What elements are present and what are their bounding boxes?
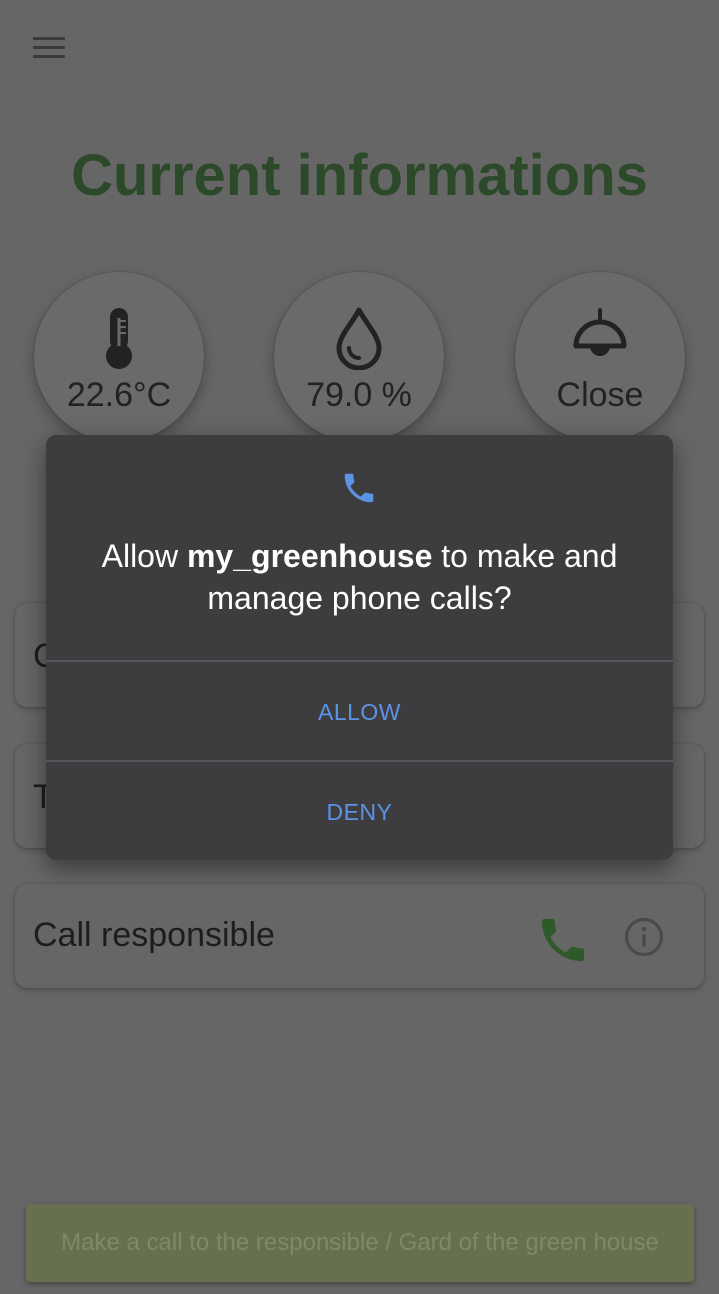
allow-button[interactable]: ALLOW bbox=[46, 663, 673, 761]
humidity-gauge: 79.0 % bbox=[274, 272, 444, 442]
lamp-status-value: Close bbox=[556, 376, 644, 414]
hamburger-menu-icon[interactable] bbox=[30, 34, 68, 62]
snackbar-message: Make a call to the responsible / Gard of… bbox=[26, 1204, 694, 1282]
call-responsible-card[interactable]: Call responsible bbox=[15, 884, 704, 988]
temperature-gauge: 22.6°C bbox=[34, 272, 204, 442]
message-prefix: Allow bbox=[101, 538, 187, 574]
thermometer-icon bbox=[106, 308, 132, 369]
phone-icon[interactable] bbox=[535, 912, 591, 968]
permission-message: Allow my_greenhouse to make and manage p… bbox=[66, 535, 653, 619]
page-title: Current informations bbox=[71, 143, 648, 208]
info-icon[interactable] bbox=[623, 916, 665, 958]
lamp-icon bbox=[573, 308, 627, 356]
temperature-value: 22.6°C bbox=[66, 376, 172, 414]
phone-icon bbox=[344, 473, 374, 503]
permission-dialog: Allow my_greenhouse to make and manage p… bbox=[46, 435, 673, 860]
divider bbox=[46, 760, 673, 762]
call-responsible-label: Call responsible bbox=[33, 916, 275, 954]
deny-button[interactable]: DENY bbox=[46, 763, 673, 861]
water-drop-icon bbox=[336, 307, 382, 370]
humidity-value: 79.0 % bbox=[306, 376, 412, 414]
lamp-gauge: Close bbox=[515, 272, 685, 442]
divider bbox=[46, 660, 673, 662]
app-name: my_greenhouse bbox=[186, 538, 433, 574]
